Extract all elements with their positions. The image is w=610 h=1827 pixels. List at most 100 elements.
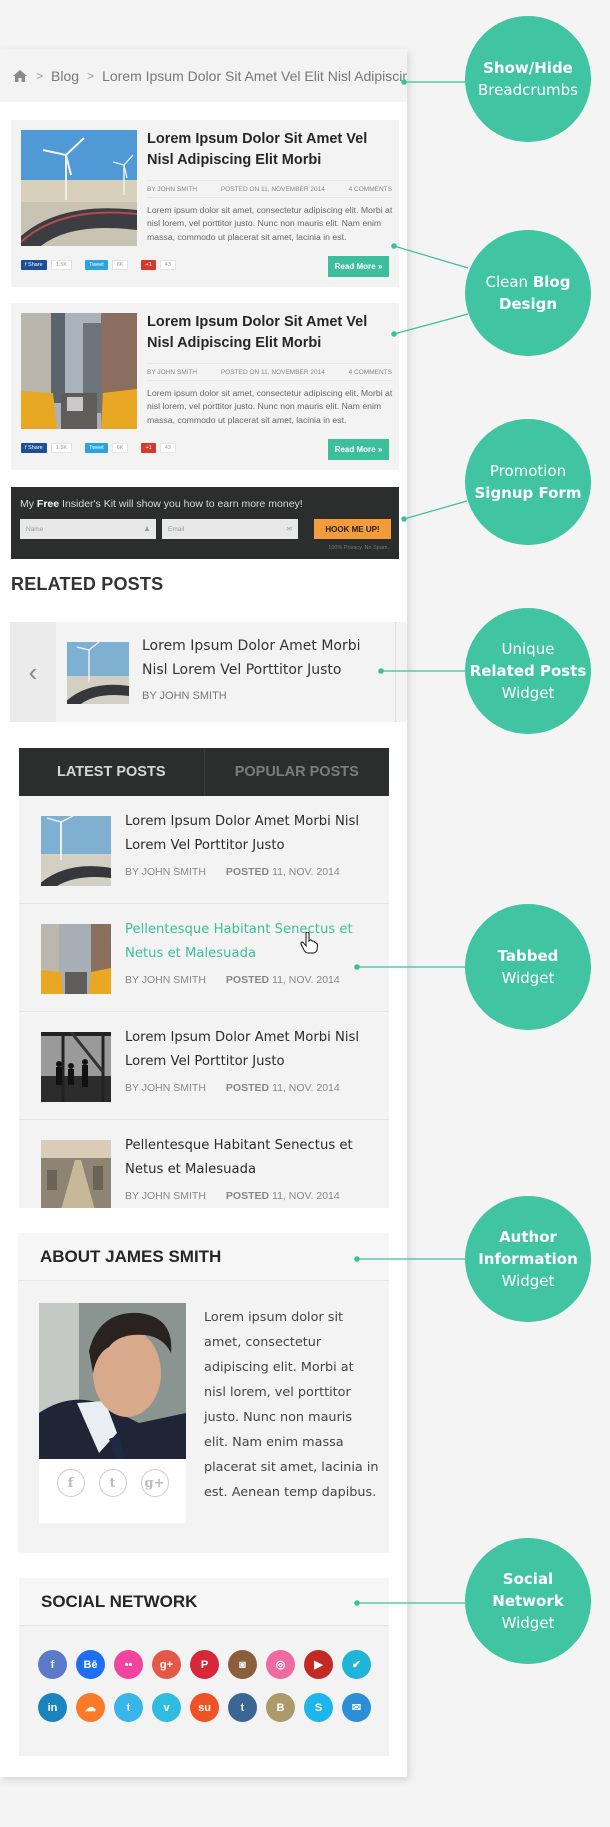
facebook-share-button[interactable]: f Share: [21, 260, 47, 270]
list-item: Pellentesque Habitant Senectus et Netus …: [19, 904, 389, 1012]
envelope-icon: ✉: [286, 526, 292, 533]
hook-me-up-button[interactable]: HOOK ME UP!: [314, 519, 391, 539]
callout-blog-design: Clean Blog Design: [465, 230, 591, 356]
post-title[interactable]: Lorem Ipsum Dolor Amet Morbi Nisl Lorem …: [125, 810, 375, 858]
post-thumbnail[interactable]: [21, 130, 137, 246]
vimeo-icon[interactable]: v: [152, 1693, 181, 1722]
post-title[interactable]: Pellentesque Habitant Senectus et Netus …: [125, 1134, 375, 1182]
home-icon[interactable]: [12, 69, 28, 83]
post-author[interactable]: By John Smith: [147, 369, 197, 376]
twitter-icon[interactable]: t: [98, 1469, 127, 1497]
linkedin-icon[interactable]: in: [38, 1693, 67, 1722]
author-photo: [39, 1303, 186, 1459]
skype-icon[interactable]: S: [304, 1693, 333, 1722]
behance-icon[interactable]: Bē: [76, 1650, 105, 1679]
post-meta: BY JOHN SMITH POSTED 11, NOV. 2014: [125, 1190, 340, 1202]
post-thumbnail[interactable]: [21, 313, 137, 429]
flickr-icon[interactable]: ••: [114, 1650, 143, 1679]
google-plus-button[interactable]: +1: [141, 260, 156, 270]
social-icons-grid: f Bē •• g+ P ◙ ◎ ▶ ✔ in ☁ t v su t B S ✉: [38, 1650, 371, 1722]
post-thumbnail[interactable]: [41, 816, 111, 886]
pinterest-icon[interactable]: P: [190, 1650, 219, 1679]
list-item: Lorem Ipsum Dolor Amet Morbi Nisl Lorem …: [19, 796, 389, 904]
related-posts-slider: ‹ Lorem Ipsum Dolor Amet Morbi Nisl Lore…: [10, 622, 407, 722]
privacy-note: 100% Privacy. No Spam.: [328, 545, 389, 551]
stumbleupon-icon[interactable]: su: [190, 1693, 219, 1722]
callout-text: Widget: [501, 684, 555, 702]
blog-post-card: Lorem Ipsum Dolor Sit Amet Vel Nisl Adip…: [11, 303, 399, 470]
post-thumbnail[interactable]: [41, 924, 111, 994]
share-bar: f Share 1.5K Tweet 6K +1 43: [21, 443, 189, 453]
post-title-hovered[interactable]: Pellentesque Habitant Senectus et Netus …: [125, 918, 375, 966]
callout-author-widget: Author Information Widget: [465, 1196, 591, 1322]
chevron-left-icon[interactable]: ‹: [10, 622, 56, 722]
facebook-icon[interactable]: f: [56, 1469, 85, 1497]
post-title[interactable]: Lorem Ipsum Dolor Amet Morbi Nisl Lorem …: [125, 1026, 375, 1074]
google-plus-icon[interactable]: g+: [152, 1650, 181, 1679]
callout-bold: Tabbed: [497, 947, 559, 965]
post-author[interactable]: By John Smith: [147, 186, 197, 193]
tweet-count: 6K: [111, 260, 129, 270]
tumblr-icon[interactable]: t: [228, 1693, 257, 1722]
tab-popular-posts[interactable]: POPULAR POSTS: [205, 748, 390, 796]
facebook-share-button[interactable]: f Share: [21, 443, 47, 453]
post-date: 11, NOV. 2014: [272, 1082, 340, 1094]
post-thumbnail[interactable]: [41, 1140, 111, 1208]
google-plus-count: 43: [159, 260, 176, 270]
user-icon: ♟: [144, 526, 150, 533]
callout-bold: Show/Hide: [483, 59, 573, 77]
foursquare-icon[interactable]: ✔: [342, 1650, 371, 1679]
google-plus-button[interactable]: +1: [141, 443, 156, 453]
post-meta: BY JOHN SMITH POSTED 11, NOV. 2014: [125, 1082, 340, 1094]
read-more-button[interactable]: Read More »: [328, 256, 389, 277]
post-meta: By John Smith Posted on 11, November 201…: [147, 363, 392, 381]
tab-latest-posts[interactable]: LATEST POSTS: [19, 748, 205, 796]
soundcloud-icon[interactable]: ☁: [76, 1693, 105, 1722]
post-thumbnail[interactable]: [41, 1032, 111, 1102]
email-field[interactable]: Email ✉: [162, 519, 298, 539]
author-bio: Lorem ipsum dolor sit amet, consectetur …: [204, 1310, 379, 1500]
tabbed-widget-tabs: LATEST POSTS POPULAR POSTS: [19, 748, 389, 796]
dribbble-icon[interactable]: ◎: [266, 1650, 295, 1679]
callout-related-posts: Unique Related Posts Widget: [465, 608, 591, 734]
author-card: f t g+: [39, 1303, 186, 1523]
posted-label: POSTED: [225, 974, 270, 986]
post-comments[interactable]: 4 Comments: [349, 186, 392, 193]
callout-signup-form: Promotion Signup Form: [465, 419, 591, 545]
tweet-button[interactable]: Tweet: [85, 443, 108, 453]
posted-label: POSTED: [225, 1082, 270, 1094]
callout-bold: Author Information: [478, 1228, 578, 1268]
tweet-button[interactable]: Tweet: [85, 260, 108, 270]
related-post-thumbnail[interactable]: [67, 642, 129, 704]
post-date: 11, NOV. 2014: [272, 1190, 340, 1202]
connector-line: [403, 500, 468, 520]
facebook-share-count: 1.5K: [50, 260, 73, 270]
email-icon[interactable]: ✉: [342, 1693, 371, 1722]
post-date: Posted on 11, November 2014: [220, 185, 325, 193]
callout-bold: Social Network: [492, 1570, 564, 1610]
google-plus-icon[interactable]: g+: [140, 1469, 169, 1497]
blogger-icon[interactable]: B: [266, 1693, 295, 1722]
read-more-button[interactable]: Read More »: [328, 439, 389, 460]
signup-headline: My Free Insider's Kit will show you how …: [20, 498, 303, 510]
facebook-icon[interactable]: f: [38, 1650, 67, 1679]
breadcrumb-blog[interactable]: Blog: [51, 68, 79, 84]
post-title[interactable]: Lorem Ipsum Dolor Sit Amet Vel Nisl Adip…: [147, 312, 392, 354]
blog-preview-page: > Blog > Lorem Ipsum Dolor Sit Amet Vel …: [0, 49, 407, 1777]
post-excerpt: Lorem ipsum dolor sit amet, consectetur …: [147, 388, 393, 425]
post-title[interactable]: Lorem Ipsum Dolor Sit Amet Vel Nisl Adip…: [147, 129, 392, 171]
instagram-icon[interactable]: ◙: [228, 1650, 257, 1679]
related-post-author: BY JOHN SMITH: [142, 690, 227, 702]
author-heading: ABOUT JAMES SMITH: [18, 1233, 389, 1281]
blog-post-card: Lorem Ipsum Dolor Sit Amet Vel Nisl Adip…: [11, 120, 399, 287]
social-network-widget: SOCIAL NETWORK f Bē •• g+ P ◙ ◎ ▶ ✔ in ☁ t v su t B S ✉: [19, 1578, 389, 1756]
name-field[interactable]: Name ♟: [20, 519, 156, 539]
youtube-icon[interactable]: ▶: [304, 1650, 333, 1679]
post-author: BY JOHN SMITH: [125, 974, 206, 986]
related-post-title[interactable]: Lorem Ipsum Dolor Amet Morbi Nisl Lorem …: [142, 634, 382, 682]
callout-bold: Related Posts: [469, 662, 587, 680]
twitter-icon[interactable]: t: [114, 1693, 143, 1722]
author-widget: ABOUT JAMES SMITH f t g+ Lorem ipsum dol…: [18, 1233, 389, 1553]
post-comments[interactable]: 4 Comments: [349, 369, 392, 376]
post-excerpt: Lorem ipsum dolor sit amet, consectetur …: [147, 205, 393, 242]
